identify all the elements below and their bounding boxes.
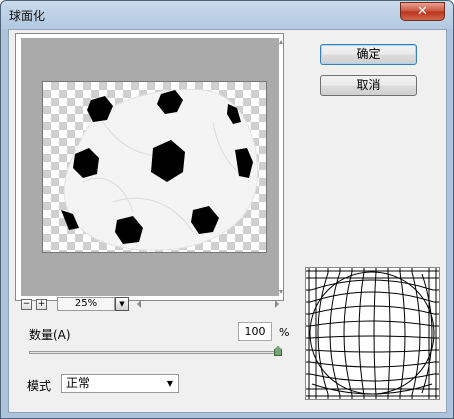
ok-button[interactable]: 确定 bbox=[320, 44, 417, 65]
amount-label: 数量(A) bbox=[29, 328, 71, 342]
amount-slider-track[interactable] bbox=[29, 351, 281, 354]
cancel-button[interactable]: 取消 bbox=[320, 75, 417, 96]
soccer-ball-image bbox=[61, 88, 259, 251]
preview-image bbox=[42, 81, 267, 253]
amount-slider-thumb[interactable] bbox=[274, 346, 282, 356]
vertical-scrollbar[interactable] bbox=[279, 38, 284, 296]
spherize-grid-preview bbox=[305, 267, 440, 400]
title-bar[interactable]: 球面化 ✕ bbox=[1, 1, 453, 29]
horizontal-scrollbar[interactable] bbox=[135, 300, 285, 308]
close-button[interactable]: ✕ bbox=[400, 2, 445, 21]
spherize-grid-graphic bbox=[306, 268, 439, 399]
zoom-in-button[interactable]: + bbox=[36, 299, 47, 310]
zoom-dropdown-button[interactable]: ▼ bbox=[115, 297, 129, 311]
preview-area[interactable] bbox=[21, 38, 279, 296]
mode-select[interactable]: 正常 ▼ bbox=[61, 374, 179, 393]
zoom-out-button[interactable]: − bbox=[21, 299, 32, 310]
chevron-down-icon: ▼ bbox=[166, 379, 173, 388]
preview-zoom-bar: − + 25% ▼ bbox=[15, 297, 284, 312]
mode-label: 模式 bbox=[27, 379, 52, 393]
amount-unit: % bbox=[279, 326, 290, 339]
dialog-body: − + 25% ▼ 确定 取消 数量(A) 100 % 模式 正常 ▼ bbox=[8, 29, 447, 413]
zoom-level: 25% bbox=[57, 297, 115, 311]
mode-selected-value: 正常 bbox=[66, 376, 91, 390]
amount-input[interactable]: 100 bbox=[238, 322, 272, 341]
dialog-window: 球面化 ✕ − + 25% ▼ 确定 取消 数量(A) 100 % 模式 正常 … bbox=[0, 0, 454, 419]
dialog-title: 球面化 bbox=[9, 9, 46, 23]
preview-frame bbox=[15, 33, 284, 301]
